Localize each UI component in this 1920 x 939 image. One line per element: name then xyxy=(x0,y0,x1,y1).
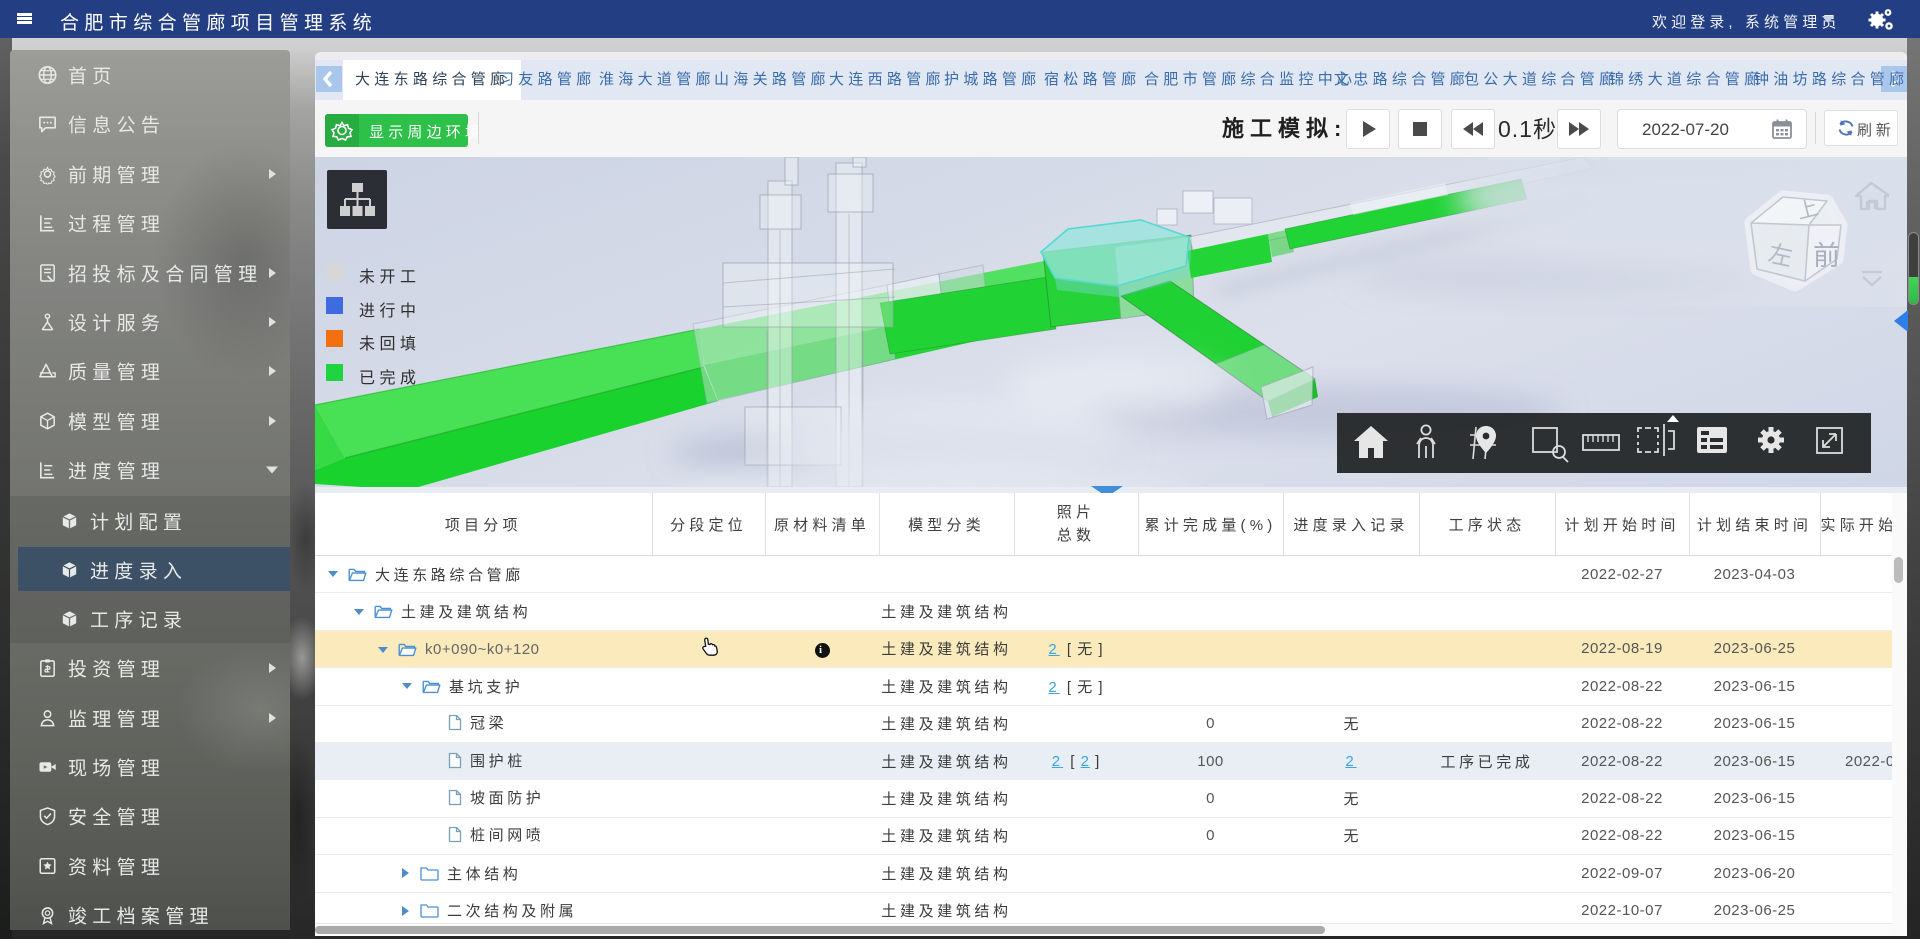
svg-text:前: 前 xyxy=(1813,241,1840,271)
